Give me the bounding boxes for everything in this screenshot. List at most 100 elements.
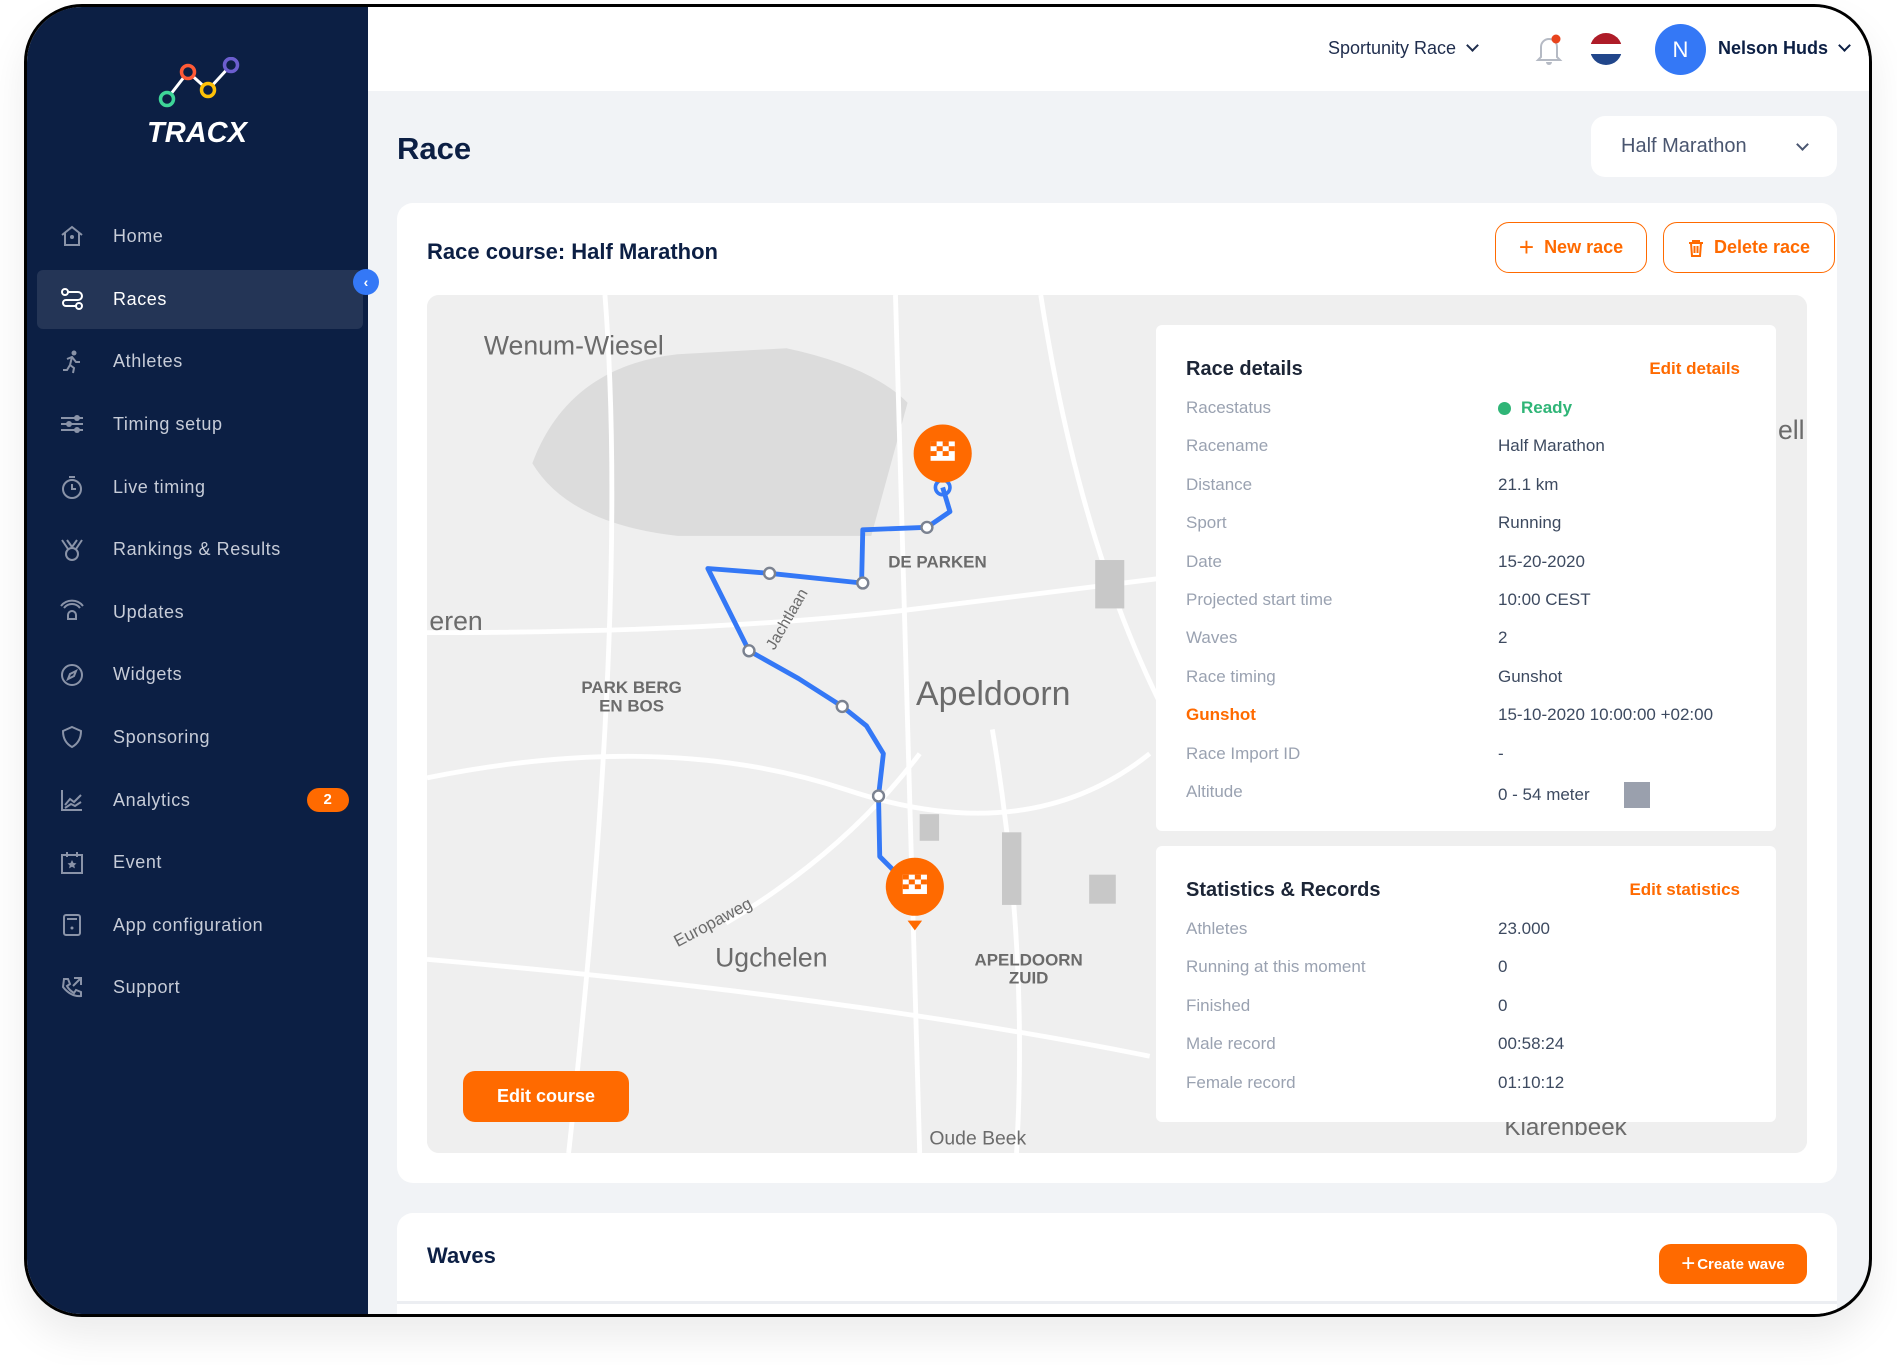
- waves-title: Waves: [427, 1243, 496, 1268]
- detail-value: 23.000: [1498, 919, 1550, 938]
- sidebar-item-sponsoring[interactable]: Sponsoring: [37, 706, 363, 769]
- chart-icon: [61, 790, 82, 812]
- detail-value: 15-10-2020 10:00:00 +02:00: [1498, 705, 1714, 725]
- chevron-down-icon: [1466, 39, 1479, 52]
- map-label: Oude Beek: [929, 1128, 1026, 1150]
- map-label: Wenum-Wiesel: [484, 330, 664, 360]
- sidebar-item-label: Races: [113, 288, 168, 309]
- language-flag-nl-icon[interactable]: [1590, 33, 1622, 65]
- detail-label: Projected start time: [1186, 590, 1333, 609]
- detail-row: Date 15-20-2020: [1186, 552, 1746, 582]
- map-label: ell: [1778, 415, 1805, 445]
- detail-value: 10:00 CEST: [1498, 590, 1591, 609]
- detail-value: 01:10:12: [1498, 1072, 1565, 1092]
- detail-value: 0: [1498, 957, 1508, 977]
- race-select[interactable]: Half Marathon: [1591, 116, 1837, 177]
- detail-label: Altitude: [1186, 782, 1243, 801]
- edit-course-button[interactable]: Edit course: [463, 1071, 629, 1122]
- sidebar-item-home[interactable]: Home: [37, 205, 363, 268]
- detail-value: Gunshot: [1498, 666, 1563, 686]
- sidebar-item-rankings-results[interactable]: Rankings & Results: [37, 518, 363, 581]
- detail-row: Race Import ID -: [1186, 744, 1746, 774]
- race-select-value: Half Marathon: [1621, 135, 1747, 157]
- detail-row: Waves 2: [1186, 628, 1746, 658]
- detail-row: Sport Running: [1186, 513, 1746, 543]
- detail-label: Finished: [1186, 995, 1251, 1015]
- sidebar-item-label: Widgets: [113, 664, 183, 685]
- sidebar-item-app-configuration[interactable]: App configuration: [37, 894, 363, 957]
- sidebar-item-event[interactable]: Event: [37, 831, 363, 894]
- detail-row: Altitude 0 - 54 meter: [1186, 782, 1746, 812]
- plus-icon: +: [1681, 1250, 1696, 1277]
- detail-label: Distance: [1186, 474, 1253, 494]
- collapse-sidebar-button[interactable]: ‹: [353, 269, 379, 295]
- logo-graph-icon: [158, 56, 240, 108]
- altitude-chart-thumbnail[interactable]: [1623, 782, 1650, 808]
- new-race-button[interactable]: + New race: [1495, 222, 1647, 273]
- sidebar: TRACX Home Races Athletes Timing setup Live …: [27, 7, 379, 1314]
- sidebar-item-athletes[interactable]: Athletes: [37, 331, 363, 394]
- detail-row: Distance 21.1 km: [1186, 475, 1746, 505]
- sidebar-item-label: Home: [113, 225, 164, 246]
- calendar-star-icon: [61, 851, 83, 874]
- detail-row: Racename Half Marathon: [1186, 436, 1746, 466]
- detail-row: Race timing Gunshot: [1186, 667, 1746, 697]
- detail-label: Racename: [1186, 436, 1269, 456]
- map-label: APELDOORN: [975, 950, 1083, 969]
- detail-value: 0 - 54 meter: [1498, 785, 1590, 804]
- compass-icon: [61, 663, 83, 686]
- chevron-down-icon: [1838, 39, 1851, 52]
- sidebar-nav: Home Races Athletes Timing setup Live timing…: [37, 205, 363, 1019]
- delete-race-button[interactable]: Delete race: [1663, 222, 1835, 273]
- detail-value: 21.1 km: [1498, 474, 1559, 494]
- detail-row: Female record 01:10:12: [1186, 1073, 1746, 1103]
- detail-value: Running: [1498, 513, 1562, 533]
- map-label: Apeldoorn: [916, 675, 1070, 713]
- detail-label: Race timing: [1186, 666, 1276, 686]
- sidebar-item-label: Athletes: [113, 351, 183, 372]
- shield-icon: [61, 726, 83, 749]
- sidebar-item-widgets[interactable]: Widgets: [37, 644, 363, 707]
- user-name: Nelson Huds: [1718, 38, 1829, 58]
- detail-label: Athletes: [1186, 919, 1248, 938]
- detail-label: Gunshot: [1186, 705, 1256, 725]
- organization-select[interactable]: Sportunity Race: [1328, 38, 1479, 59]
- detail-label: Race Import ID: [1186, 743, 1301, 763]
- chevron-down-icon: [1796, 138, 1809, 151]
- detail-label: Male record: [1186, 1034, 1276, 1054]
- tracx-logo[interactable]: TRACX: [142, 56, 252, 152]
- map-label: EN BOS: [599, 696, 664, 715]
- race-details-title: Race details: [1186, 358, 1303, 380]
- detail-value: 15-20-2020: [1498, 551, 1585, 571]
- sidebar-item-support[interactable]: Support: [37, 957, 363, 1020]
- race-course-map[interactable]: Wenum-Wiesel eren DE PARKEN Jachtlaan PA…: [427, 295, 1807, 1153]
- tablet-icon: [63, 914, 81, 937]
- edit-statistics-link[interactable]: Edit statistics: [1629, 880, 1740, 900]
- notification-badge: 2: [307, 788, 349, 813]
- sidebar-item-live-timing[interactable]: Live timing: [37, 456, 363, 519]
- detail-row: Projected start time 10:00 CEST: [1186, 590, 1746, 620]
- create-wave-button[interactable]: + Create wave: [1659, 1244, 1807, 1284]
- race-details-panel: Race details Edit details Racestatus Read…: [1156, 325, 1776, 831]
- sidebar-item-updates[interactable]: Updates: [37, 581, 363, 644]
- sidebar-item-races[interactable]: Races: [37, 269, 363, 329]
- medal-icon: [61, 539, 83, 561]
- create-wave-label: Create wave: [1697, 1255, 1785, 1273]
- sidebar-item-label: Rankings & Results: [113, 539, 281, 560]
- detail-label: Racestatus: [1186, 398, 1272, 417]
- notification-bell-icon[interactable]: [1535, 33, 1563, 65]
- route-icon: [61, 288, 83, 311]
- sidebar-item-analytics[interactable]: Analytics 2: [37, 769, 363, 832]
- sidebar-item-label: Updates: [113, 601, 185, 622]
- phone-icon: [61, 976, 82, 997]
- topbar: Sportunity Race N Nelson Huds: [368, 7, 1869, 91]
- user-menu[interactable]: Nelson Huds: [1718, 38, 1851, 59]
- sidebar-item-timing-setup[interactable]: Timing setup: [37, 393, 363, 456]
- delete-race-label: Delete race: [1713, 237, 1811, 257]
- detail-row: Athletes 23.000: [1186, 919, 1746, 949]
- detail-value: Half Marathon: [1498, 436, 1605, 456]
- avatar[interactable]: N: [1655, 24, 1706, 75]
- detail-row: Running at this moment 0: [1186, 957, 1746, 987]
- edit-details-link[interactable]: Edit details: [1649, 359, 1740, 379]
- detail-row: Racestatus Ready: [1186, 398, 1746, 428]
